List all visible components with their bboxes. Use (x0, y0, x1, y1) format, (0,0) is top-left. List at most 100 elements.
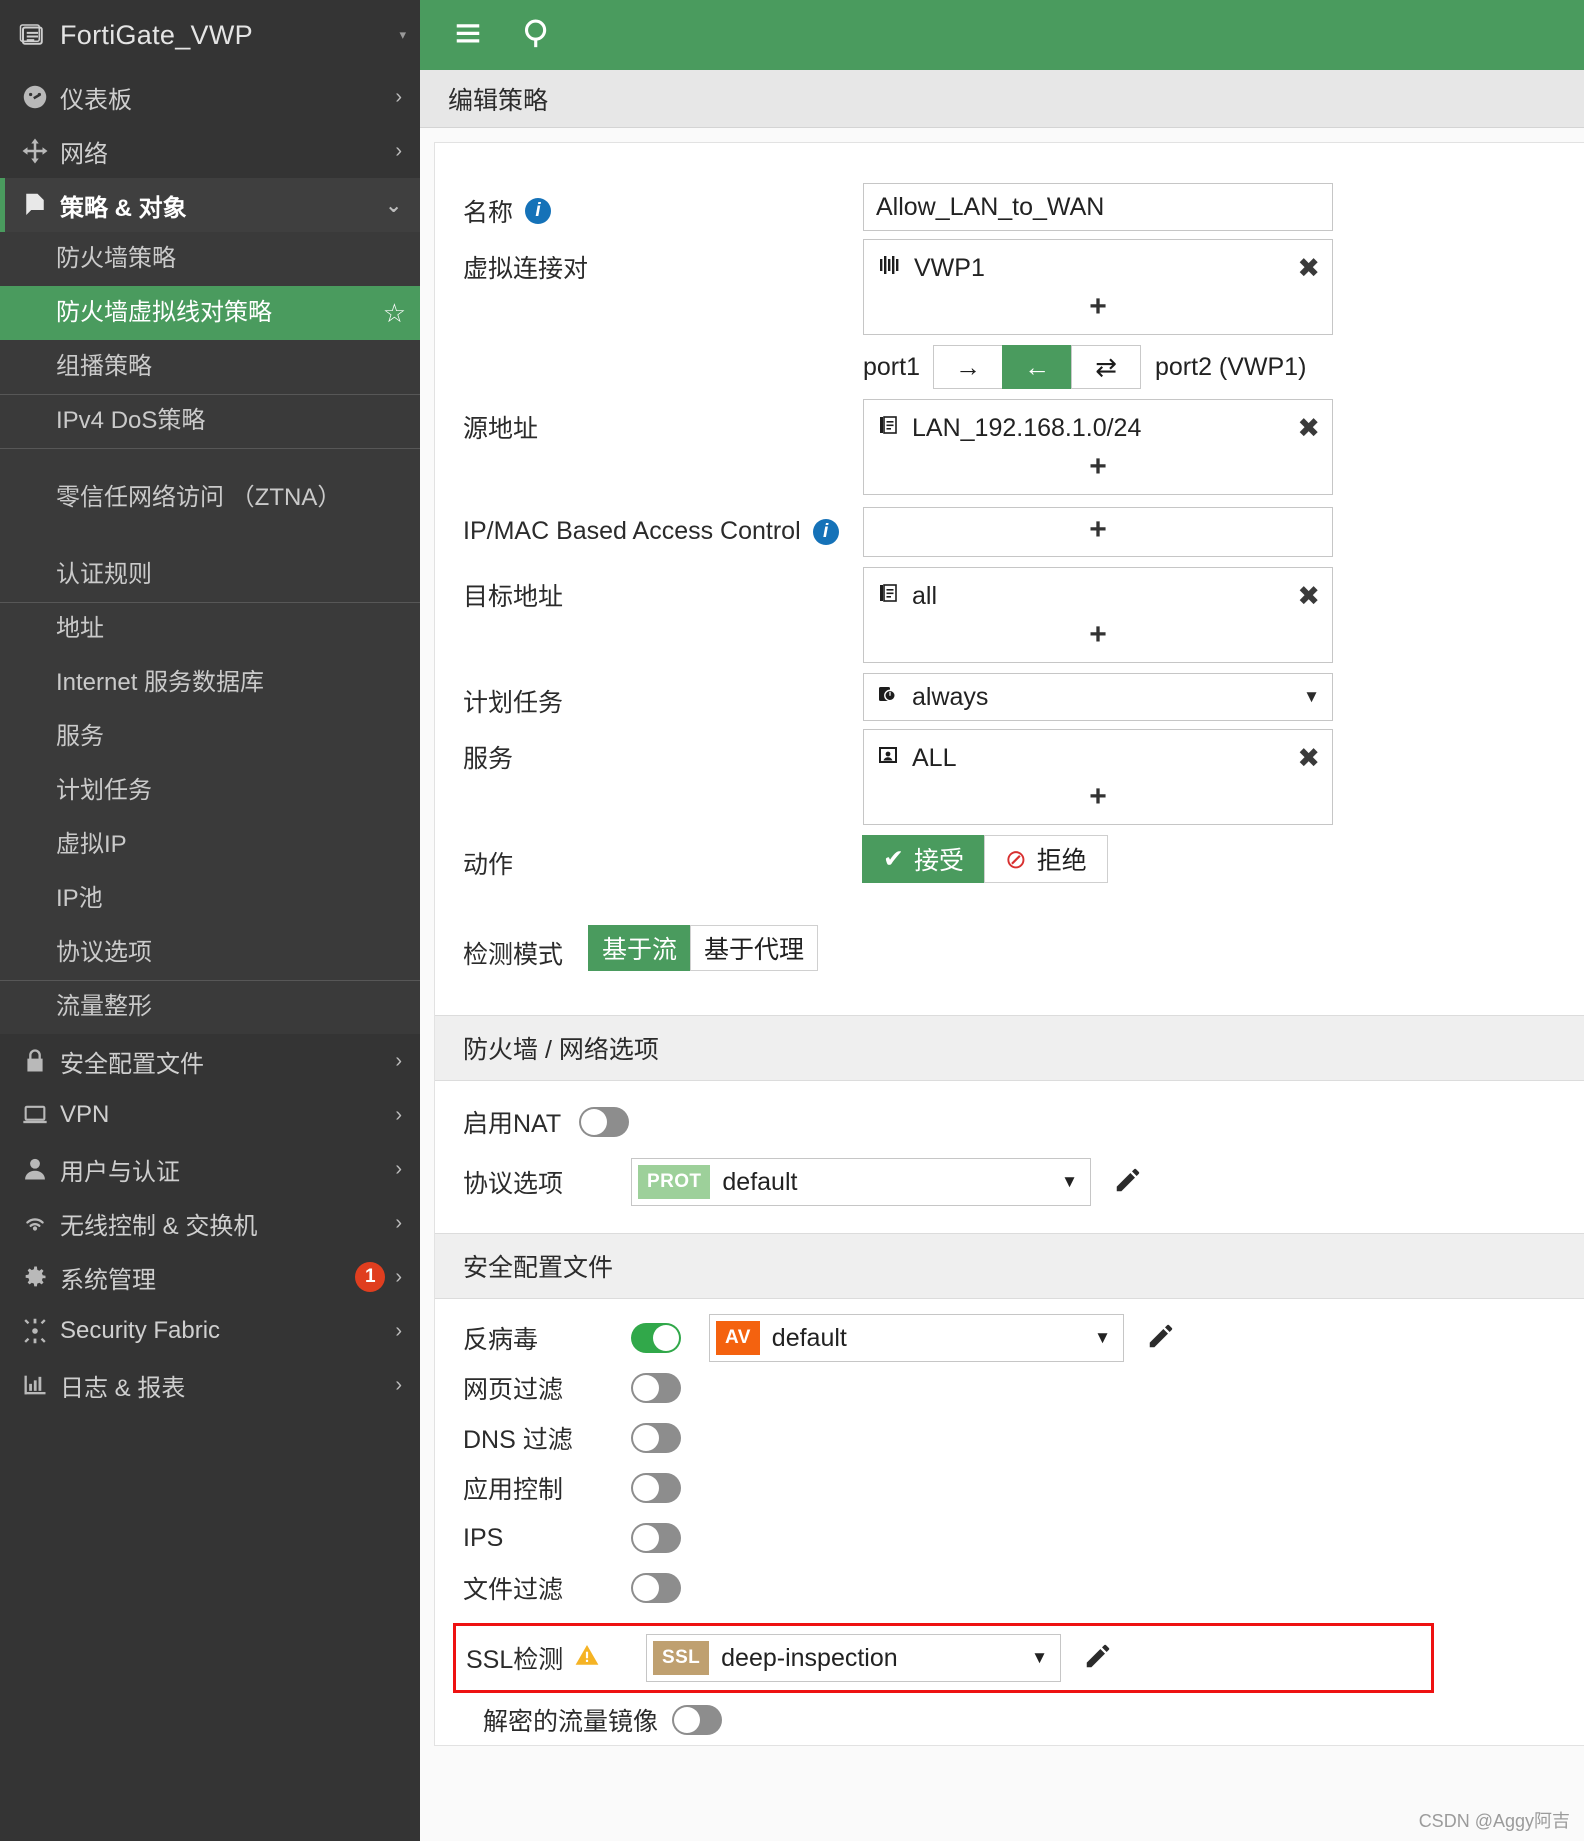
check-icon: ✔ (883, 844, 904, 874)
action-deny-button[interactable]: ⊘ 拒绝 (984, 835, 1108, 883)
application-control-label-text: 应用控制 (463, 1470, 563, 1506)
add-button[interactable]: + (876, 514, 1320, 550)
sidebar-item-ip-pools[interactable]: IP池 (0, 872, 420, 926)
favorite-star-icon[interactable]: ☆ (383, 298, 406, 329)
sidebar-item-security-fabric[interactable]: Security Fabric › (0, 1304, 420, 1358)
sidebar-item-wifi-switch-controller[interactable]: 无线控制 & 交换机 › (0, 1196, 420, 1250)
chevron-down-icon: ⌄ (385, 193, 406, 218)
sidebar-item-vpn[interactable]: VPN › (0, 1088, 420, 1142)
remove-icon[interactable]: ✖ (1297, 743, 1320, 774)
add-button[interactable]: + (876, 450, 1320, 488)
list-item[interactable]: VWP1 ✖ (876, 246, 1320, 290)
ips-toggle[interactable] (631, 1523, 681, 1553)
web-filter-toggle[interactable] (631, 1373, 681, 1403)
vwp-multiselect[interactable]: VWP1 ✖ + (863, 239, 1333, 335)
field-ips: IPS (435, 1513, 1584, 1563)
list-item-label: all (912, 582, 937, 611)
info-icon[interactable]: i (813, 519, 839, 545)
nat-label: 启用NAT (463, 1104, 579, 1140)
dns-filter-toggle[interactable] (631, 1423, 681, 1453)
ssl-inspection-select[interactable]: SSL deep-inspection ▼ (646, 1634, 1061, 1682)
sidebar-item-security-profiles[interactable]: 安全配置文件 › (0, 1034, 420, 1088)
action-toggle-group: ✔ 接受 ⊘ 拒绝 (863, 835, 1584, 883)
ipmac-multiselect[interactable]: + (863, 507, 1333, 557)
ssl-inspection-highlight: SSL检测 SSL deep-inspection ▼ (453, 1623, 1434, 1693)
sidebar-item-log-report[interactable]: 日志 & 报表 › (0, 1358, 420, 1412)
chevron-down-icon[interactable]: ▾ (399, 27, 406, 43)
sidebar-item-schedules[interactable]: 计划任务 (0, 764, 420, 818)
field-enable-nat: 启用NAT (435, 1097, 1584, 1147)
add-button[interactable]: + (876, 780, 1320, 818)
source-address-multiselect[interactable]: LAN_192.168.1.0/24 ✖ + (863, 399, 1333, 495)
schedule-select[interactable]: always ▼ (863, 673, 1333, 721)
remove-icon[interactable]: ✖ (1297, 413, 1320, 444)
direction-control: port1 → ← ⇄ port2 (VWP1) (863, 345, 1584, 389)
antivirus-profile-select[interactable]: AV default ▼ (709, 1314, 1124, 1362)
list-item[interactable]: ALL ✖ (876, 736, 1320, 780)
web-filter-label: 网页过滤 (463, 1370, 631, 1406)
name-input[interactable]: Allow_LAN_to_WAN (863, 183, 1333, 231)
destination-address-multiselect[interactable]: all ✖ + (863, 567, 1333, 663)
action-accept-button[interactable]: ✔ 接受 (862, 835, 985, 883)
chevron-down-icon[interactable]: ▼ (1031, 1648, 1048, 1668)
direction-reverse-button[interactable]: ← (1002, 345, 1072, 389)
sidebar-item-virtual-ip[interactable]: 虚拟IP (0, 818, 420, 872)
inspection-proxy-button[interactable]: 基于代理 (690, 925, 818, 971)
sidebar-item-network[interactable]: 网络 › (0, 124, 420, 178)
nat-toggle[interactable] (579, 1107, 629, 1137)
sidebar-subitem-label: 防火墙策略 (56, 244, 406, 275)
antivirus-toggle[interactable] (631, 1323, 681, 1353)
brand-header[interactable]: FortiGate_VWP ▾ (0, 0, 420, 70)
ssl-inspection-label: SSL检测 (466, 1640, 638, 1676)
search-icon[interactable] (520, 16, 554, 55)
sidebar-item-multicast-policy[interactable]: 组播策略 (0, 340, 420, 394)
sidebar-item-system[interactable]: 系统管理 1 › (0, 1250, 420, 1304)
sidebar-item-firewall-virtual-wire-pair-policy[interactable]: 防火墙虚拟线对策略 ☆ (0, 286, 420, 340)
remove-icon[interactable]: ✖ (1297, 253, 1320, 284)
list-item[interactable]: LAN_192.168.1.0/24 ✖ (876, 406, 1320, 450)
field-decrypted-traffic-mirror: 解密的流量镜像 (435, 1695, 1584, 1745)
chevron-down-icon[interactable]: ▼ (1061, 1172, 1078, 1192)
sidebar-item-policy-objects[interactable]: 策略 & 对象 ⌄ (0, 178, 420, 232)
field-virtual-wire-pair: 虚拟连接对 VWP1 ✖ + (435, 239, 1584, 335)
sidebar-item-label: 仪表板 (56, 80, 395, 115)
field-dns-filter: DNS 过滤 (435, 1413, 1584, 1463)
sidebar-item-authentication-rules[interactable]: 认证规则 (0, 548, 420, 602)
info-icon[interactable]: i (525, 198, 551, 224)
service-multiselect[interactable]: ALL ✖ + (863, 729, 1333, 825)
decrypted-mirror-toggle[interactable] (672, 1705, 722, 1735)
chevron-down-icon[interactable]: ▼ (1303, 687, 1320, 707)
application-control-toggle[interactable] (631, 1473, 681, 1503)
pencil-icon[interactable] (1083, 1641, 1113, 1676)
sidebar-item-addresses[interactable]: 地址 (0, 602, 420, 656)
sidebar-item-protocol-options[interactable]: 协议选项 (0, 926, 420, 980)
remove-icon[interactable]: ✖ (1297, 581, 1320, 612)
add-button[interactable]: + (876, 618, 1320, 656)
sidebar-item-internet-service-database[interactable]: Internet 服务数据库 (0, 656, 420, 710)
file-filter-toggle[interactable] (631, 1573, 681, 1603)
sidebar-item-ztna[interactable]: 零信任网络访问 （ZTNA） (0, 448, 420, 548)
sidebar-item-services[interactable]: 服务 (0, 710, 420, 764)
sidebar-item-label: 用户与认证 (56, 1152, 395, 1187)
chevron-right-icon: › (395, 1266, 406, 1289)
sidebar-item-firewall-policy[interactable]: 防火墙策略 (0, 232, 420, 286)
direction-bidirectional-button[interactable]: ⇄ (1071, 345, 1141, 389)
direction-forward-button[interactable]: → (933, 345, 1003, 389)
field-source-address: 源地址 LAN_192.168.1.0/24 ✖ + (435, 399, 1584, 495)
add-button[interactable]: + (876, 290, 1320, 328)
sidebar-item-user-authentication[interactable]: 用户与认证 › (0, 1142, 420, 1196)
sidebar-subitem-label: 流量整形 (56, 992, 406, 1023)
hamburger-icon[interactable] (450, 18, 486, 53)
direction-toggle-group: → ← ⇄ (934, 345, 1141, 389)
pencil-icon[interactable] (1113, 1165, 1143, 1200)
fabric-icon (14, 1317, 56, 1345)
sidebar-item-traffic-shaping[interactable]: 流量整形 (0, 980, 420, 1034)
list-item[interactable]: all ✖ (876, 574, 1320, 618)
antivirus-label: 反病毒 (463, 1320, 631, 1356)
chevron-down-icon[interactable]: ▼ (1094, 1328, 1111, 1348)
pencil-icon[interactable] (1146, 1321, 1176, 1356)
protocol-options-select[interactable]: PROT default ▼ (631, 1158, 1091, 1206)
inspection-flow-button[interactable]: 基于流 (588, 925, 691, 971)
sidebar-item-ipv4-dos-policy[interactable]: IPv4 DoS策略 (0, 394, 420, 448)
sidebar-item-dashboard[interactable]: 仪表板 › (0, 70, 420, 124)
